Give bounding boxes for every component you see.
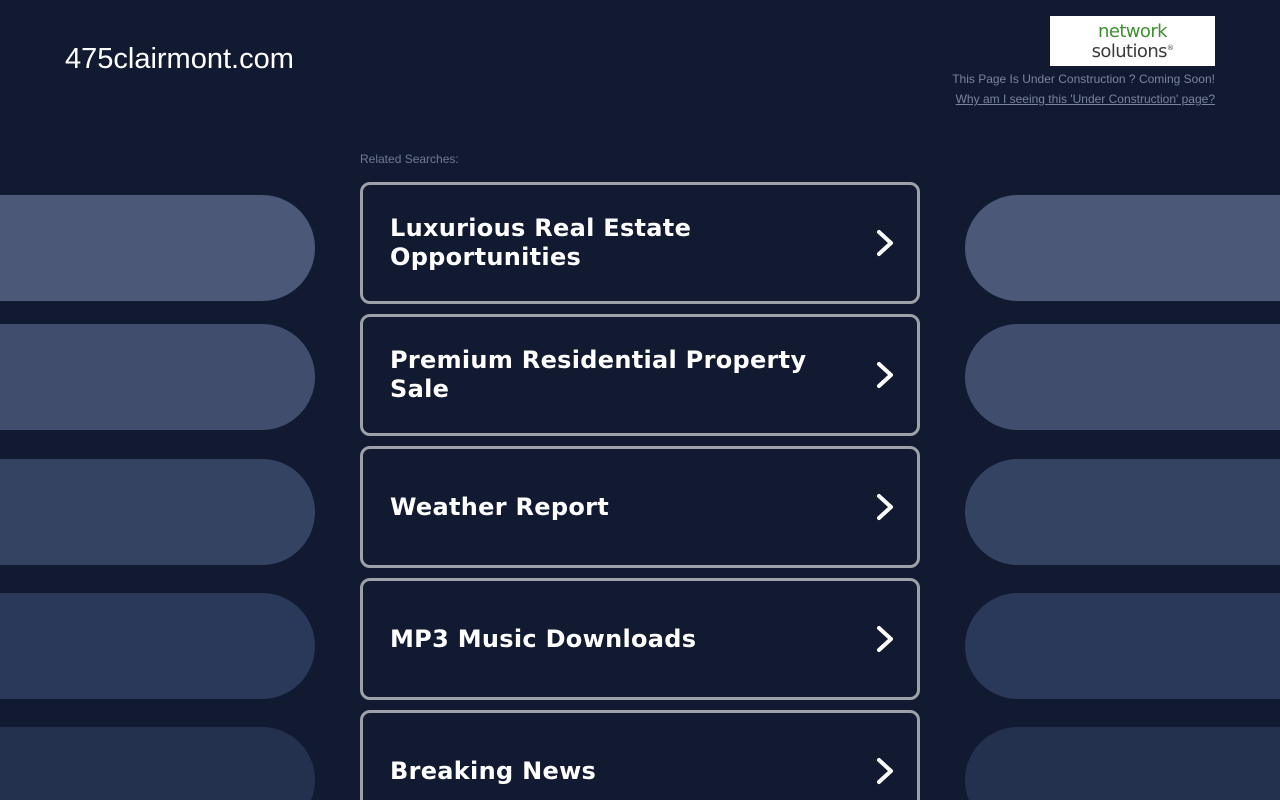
decorative-pill-right: [965, 195, 1280, 301]
decorative-pill-left: [0, 593, 315, 699]
logo-line-solutions-text: solutions: [1091, 40, 1168, 62]
decorative-pill-left: [0, 195, 315, 301]
chevron-right-icon: [877, 758, 893, 784]
related-search-label: Premium Residential Property Sale: [390, 346, 807, 403]
chevron-right-icon: [877, 362, 893, 388]
decorative-pill-left: [0, 324, 315, 430]
related-search-label: Breaking News: [390, 756, 597, 785]
parked-domain-page: 475clairmont.com network solutions® This…: [0, 0, 1280, 800]
related-search-label: Luxurious Real Estate Opportunities: [390, 214, 692, 271]
related-search-luxurious-real-estate[interactable]: Luxurious Real Estate Opportunities: [360, 182, 920, 304]
related-search-weather-report[interactable]: Weather Report: [360, 446, 920, 568]
decorative-pill-right: [965, 459, 1280, 565]
decorative-pill-left: [0, 459, 315, 565]
logo-line-solutions: solutions®: [1092, 40, 1174, 60]
decorative-pill-right: [965, 593, 1280, 699]
domain-title: 475clairmont.com: [65, 43, 294, 75]
related-search-mp3-downloads[interactable]: MP3 Music Downloads: [360, 578, 920, 700]
under-construction-text: This Page Is Under Construction ? Coming…: [952, 72, 1215, 86]
why-under-construction-link[interactable]: Why am I seeing this 'Under Construction…: [956, 92, 1215, 106]
network-solutions-logo[interactable]: network solutions®: [1050, 16, 1215, 66]
decorative-pill-right: [965, 324, 1280, 430]
related-search-breaking-news[interactable]: Breaking News: [360, 710, 920, 800]
decorative-pill-right: [965, 727, 1280, 800]
related-search-label: MP3 Music Downloads: [390, 624, 697, 653]
related-search-premium-residential[interactable]: Premium Residential Property Sale: [360, 314, 920, 436]
registered-mark: ®: [1166, 43, 1174, 52]
chevron-right-icon: [877, 494, 893, 520]
decorative-pill-left: [0, 727, 315, 800]
related-searches-label: Related Searches:: [360, 152, 459, 166]
chevron-right-icon: [877, 230, 893, 256]
chevron-right-icon: [877, 626, 893, 652]
logo-line-network: network: [1098, 20, 1168, 42]
related-search-label: Weather Report: [390, 492, 610, 521]
